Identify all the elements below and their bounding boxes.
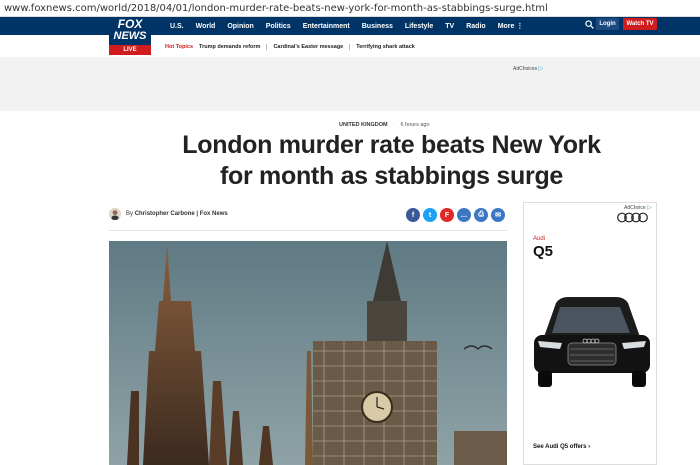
nav-item[interactable]: U.S. [164, 23, 190, 30]
headline-line-2: for month as stabbings surge [219, 162, 564, 190]
logo-live: LIVE [109, 45, 151, 55]
nav-item[interactable]: World [190, 23, 222, 30]
email-icon[interactable]: ✉ [491, 208, 505, 222]
adchoices-icon: ▷ [538, 66, 544, 72]
logo-news: NEWS [113, 30, 147, 42]
ad-model: Q5 [533, 243, 554, 260]
hot-topics-bar: Hot Topics Trump demands reform Cardinal… [165, 42, 421, 52]
ad-brand: Audi [533, 236, 546, 242]
topic-link[interactable]: Cardinal's Easter message [266, 44, 349, 50]
audi-rings-icon [617, 212, 648, 223]
byline-divider [109, 230, 507, 231]
author-avatar [109, 208, 121, 220]
print-icon[interactable]: ⎙ [474, 208, 488, 222]
nav-item[interactable]: Business [356, 23, 399, 30]
nav-item[interactable]: Opinion [221, 23, 259, 30]
search-icon[interactable] [585, 20, 594, 29]
adchoices-icon: ▷ [647, 205, 652, 211]
article-photo[interactable] [109, 241, 507, 465]
headline-line-1: London murder rate beats New York [182, 131, 601, 159]
side-ad[interactable]: AdChoice ▷ Audi Q5 See Audi Q5 offers › [523, 202, 657, 465]
login-button[interactable]: Login [596, 18, 619, 30]
nav-item[interactable]: TV [439, 23, 460, 30]
fox-news-logo[interactable]: FOX NEWS LIVE [109, 17, 151, 55]
article-meta: UNITED KINGDOM · 6 hours ago [339, 122, 430, 128]
comment-icon[interactable]: … [457, 208, 471, 222]
nav-item[interactable]: Politics [260, 23, 297, 30]
car-image [534, 297, 650, 387]
timestamp: 6 hours ago [400, 122, 430, 128]
hot-topics-label: Hot Topics [165, 44, 194, 50]
watch-tv-button[interactable]: Watch TV [623, 18, 657, 30]
article-headline: London murder rate beats New York for mo… [108, 130, 675, 192]
author-name[interactable]: Christopher Carbone | Fox News [135, 211, 228, 217]
nav-items: U.S. World Opinion Politics Entertainment Bus… [164, 17, 529, 35]
section-label[interactable]: UNITED KINGDOM [339, 122, 388, 128]
facebook-icon[interactable]: f [406, 208, 420, 222]
flipboard-icon[interactable]: F [440, 208, 454, 222]
byline: By Christopher Carbone | Fox News [109, 208, 228, 220]
adchoices-label[interactable]: AdChoices ▷ [513, 65, 543, 72]
byline-by: By [126, 211, 134, 217]
nav-item[interactable]: Radio [460, 23, 491, 30]
topic-link[interactable]: Trump demands reform [199, 44, 266, 50]
nav-item[interactable]: More ⋮ [492, 22, 530, 30]
share-buttons: f t F… ⎙ ✉ [406, 208, 505, 222]
nav-item[interactable]: Lifestyle [399, 23, 439, 30]
top-ad-banner[interactable]: AdChoices ▷ [0, 57, 700, 111]
ad-cta-link[interactable]: See Audi Q5 offers › [533, 444, 590, 450]
twitter-icon[interactable]: t [423, 208, 437, 222]
address-bar[interactable]: www.foxnews.com/world/2018/04/01/london-… [0, 0, 700, 17]
logo-fox: FOX [117, 17, 143, 31]
side-adchoices-label[interactable]: AdChoice ▷ [624, 204, 652, 211]
nav-item[interactable]: Entertainment [297, 23, 356, 30]
topic-link[interactable]: Terrifying shark attack [349, 44, 421, 50]
main-nav: U.S. World Opinion Politics Entertainment Bus… [0, 17, 700, 35]
meta-separator: · [393, 122, 395, 128]
